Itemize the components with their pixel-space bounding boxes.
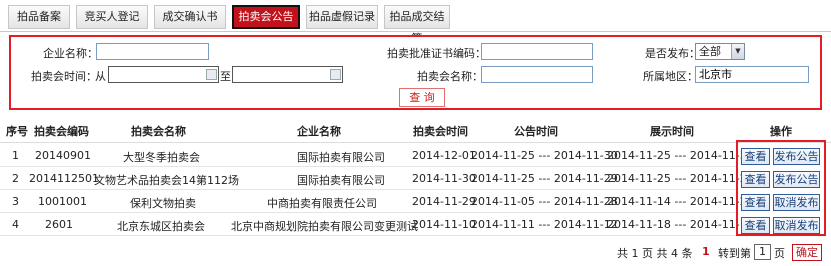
table-row: 2 2014112501 文物艺术品拍卖会14第112场 国际拍卖有限公司 20…: [0, 167, 754, 190]
cell-company: 国际拍卖有限公司: [297, 151, 385, 164]
tab-bar: 拍品备案 竞买人登记 成交确认书 拍卖会公告 拍品虚假记录 拍品成交结算: [0, 0, 831, 45]
pager-current-page[interactable]: 1: [702, 245, 710, 258]
cert-input[interactable]: [481, 43, 593, 60]
header-ops: 操作: [770, 125, 792, 138]
cell-date: 2014-11-30: [412, 172, 476, 185]
auction-name-input[interactable]: [481, 66, 593, 83]
pager-summary: 共 1 页 共 4 条: [617, 247, 693, 260]
header-company: 企业名称: [297, 125, 341, 138]
cell-name: 大型冬季拍卖会: [123, 151, 200, 164]
cell-code: 1001001: [38, 195, 87, 208]
page-number-input[interactable]: 1: [754, 244, 771, 260]
table-row: 1 20140901 大型冬季拍卖会 国际拍卖有限公司 2014-12-01 2…: [0, 144, 754, 167]
view-button[interactable]: 查看: [741, 171, 770, 188]
header-notice: 公告时间: [514, 125, 558, 138]
region-label: 所属地区：: [643, 70, 698, 83]
tab-bidder-register[interactable]: 竞买人登记: [76, 5, 148, 29]
cell-name: 北京东城区拍卖会: [117, 220, 205, 233]
cancel-publish-button[interactable]: 取消发布: [773, 194, 820, 211]
time-from-label: 从: [95, 70, 106, 83]
cell-date: 2014-11-29: [412, 195, 476, 208]
calendar-icon[interactable]: [206, 69, 217, 80]
region-input[interactable]: 北京市: [695, 66, 809, 83]
cell-date: 2014-11-10: [412, 218, 476, 231]
cell-company: 北京中商规划院拍卖有限公司变更测试: [231, 220, 418, 233]
cell-company: 国际拍卖有限公司: [297, 174, 385, 187]
publish-select-value: 全部: [699, 45, 721, 58]
cell-name: 保利文物拍卖: [130, 197, 196, 210]
cancel-publish-button[interactable]: 取消发布: [773, 217, 820, 234]
query-button[interactable]: 查 询: [399, 88, 445, 107]
cell-notice: 2014-11-05 --- 2014-11-28: [471, 195, 618, 208]
cell-notice: 2014-11-11 --- 2014-11-12: [471, 218, 618, 231]
pager-goto-label: 转到第: [718, 247, 751, 260]
cell-show: 2014-11-18 --- 2014-11-19: [607, 218, 754, 231]
operations-column: 查看 发布公告 查看 发布公告 查看 取消发布 查看 取消发布: [736, 140, 826, 236]
tab-auction-notice[interactable]: 拍卖会公告: [232, 5, 300, 29]
cell-name: 文物艺术品拍卖会14第112场: [94, 174, 239, 187]
cell-code: 2601: [45, 218, 73, 231]
time-to-input[interactable]: [232, 66, 343, 83]
header-no: 序号: [6, 125, 28, 138]
cell-no: 2: [12, 172, 19, 185]
table-header: 序号 拍卖会编码 拍卖会名称 企业名称 拍卖会时间 公告时间 展示时间 操作: [0, 117, 831, 143]
header-name: 拍卖会名称: [131, 125, 186, 138]
cell-show: 2014-11-25 --- 2014-11-30: [607, 149, 754, 162]
table-row: 4 2601 北京东城区拍卖会 北京中商规划院拍卖有限公司变更测试 2014-1…: [0, 213, 754, 236]
pager-page-unit: 页: [774, 247, 785, 260]
publish-notice-button[interactable]: 发布公告: [773, 171, 820, 188]
cell-show: 2014-11-25 --- 2014-11-29: [607, 172, 754, 185]
tab-deal-settlement[interactable]: 拍品成交结算: [384, 5, 450, 45]
auction-name-label: 拍卖会名称：: [417, 70, 483, 83]
tab-item-record[interactable]: 拍品备案: [8, 5, 70, 29]
header-date: 拍卖会时间: [413, 125, 468, 138]
cell-notice: 2014-11-25 --- 2014-11-29: [471, 172, 618, 185]
calendar-icon[interactable]: [330, 69, 341, 80]
view-button[interactable]: 查看: [741, 148, 770, 165]
tab-fake-record[interactable]: 拍品虚假记录: [306, 5, 378, 29]
time-to-label: 至: [220, 70, 231, 83]
publish-label: 是否发布：: [645, 47, 700, 60]
time-label: 拍卖会时间：: [31, 70, 97, 83]
confirm-button[interactable]: 确定: [792, 244, 822, 261]
search-panel: 企业名称： 拍卖批准证书编码： 是否发布： 全部 ▼ 拍卖会时间： 从 至 拍卖…: [9, 35, 822, 110]
header-show: 展示时间: [650, 125, 694, 138]
cell-no: 3: [12, 195, 19, 208]
cell-date: 2014-12-01: [412, 149, 476, 162]
cell-company: 中商拍卖有限责任公司: [267, 197, 377, 210]
publish-notice-button[interactable]: 发布公告: [773, 148, 820, 165]
time-from-input[interactable]: [108, 66, 219, 83]
cell-no: 1: [12, 149, 19, 162]
header-code: 拍卖会编码: [34, 125, 89, 138]
cell-code: 20140901: [35, 149, 91, 162]
publish-select[interactable]: 全部 ▼: [695, 43, 745, 60]
cell-no: 4: [12, 218, 19, 231]
cell-notice: 2014-11-25 --- 2014-11-30: [471, 149, 618, 162]
table-row: 3 1001001 保利文物拍卖 中商拍卖有限责任公司 2014-11-29 2…: [0, 190, 754, 213]
cert-label: 拍卖批准证书编码：: [387, 47, 486, 60]
company-label: 企业名称：: [43, 47, 98, 60]
company-input[interactable]: [96, 43, 209, 60]
tab-deal-confirmation[interactable]: 成交确认书: [154, 5, 226, 29]
view-button[interactable]: 查看: [741, 217, 770, 234]
cell-show: 2014-11-14 --- 2014-11-28: [607, 195, 754, 208]
chevron-down-icon: ▼: [731, 44, 744, 59]
view-button[interactable]: 查看: [741, 194, 770, 211]
cell-code: 2014112501: [29, 172, 99, 185]
